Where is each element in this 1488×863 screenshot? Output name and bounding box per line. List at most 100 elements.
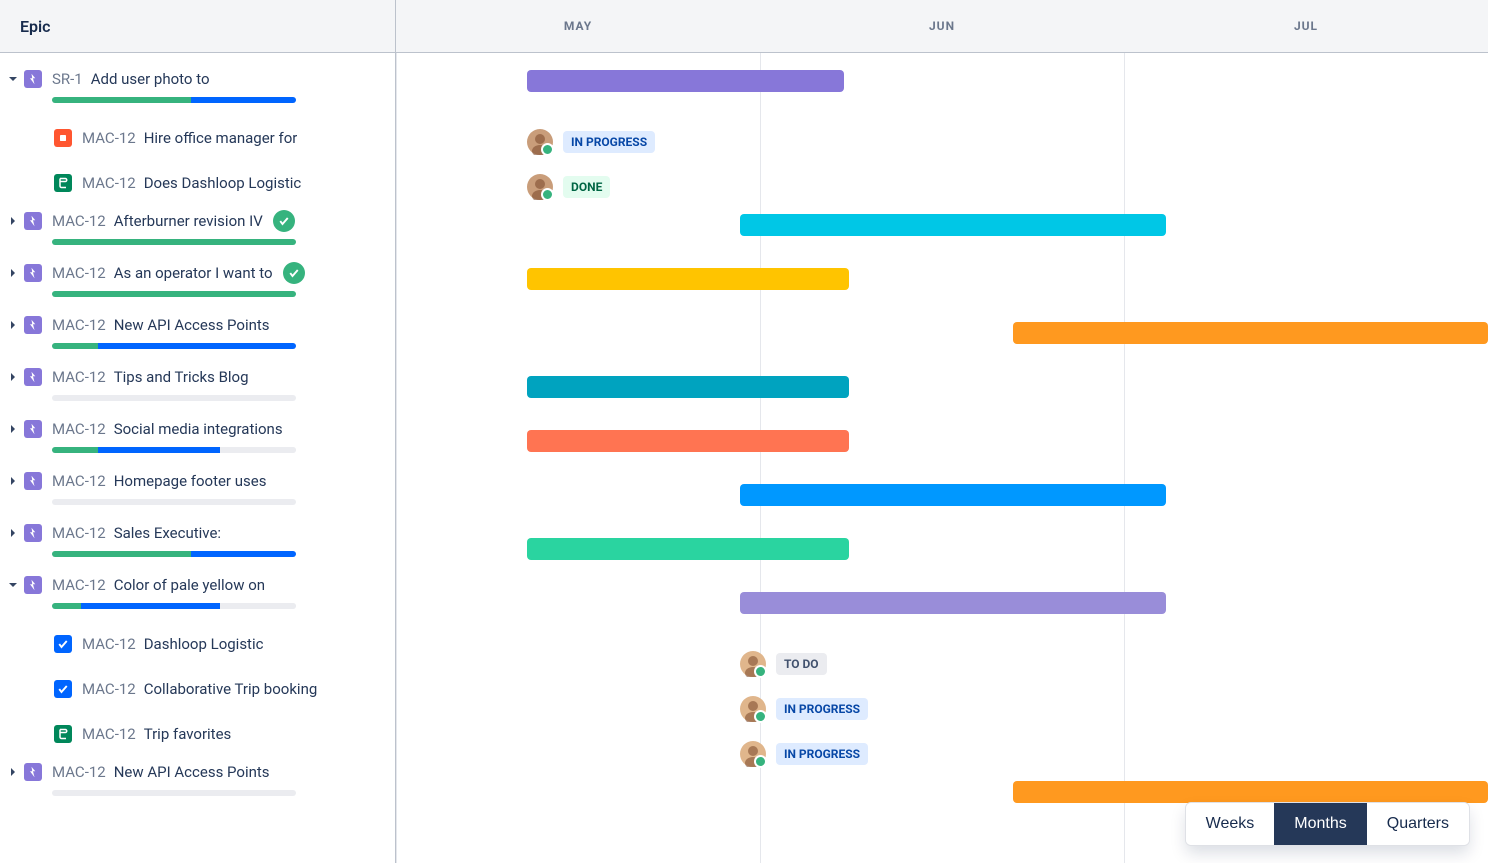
epic-column-header: Epic — [0, 0, 395, 53]
issue-summary[interactable]: As an operator I want to — [114, 264, 273, 282]
chevron-right-icon[interactable] — [4, 528, 22, 538]
issue-key[interactable]: MAC-12 — [52, 420, 106, 438]
blocker-icon — [54, 129, 72, 147]
timeline-body[interactable]: IN PROGRESS DONE TO DO IN PROGRESS IN PROGRE… — [396, 53, 1488, 863]
child-issue-row[interactable]: MAC-12 Dashloop Logistic — [0, 621, 395, 666]
issue-key[interactable]: SR-1 — [52, 70, 83, 88]
issue-summary[interactable]: Hire office manager for — [144, 129, 298, 147]
issue-key[interactable]: MAC-12 — [52, 763, 106, 781]
epic-list-panel: Epic SR-1 Add user photo to MAC-12 Hire off… — [0, 0, 396, 863]
epic-row[interactable]: MAC-12 Sales Executive: — [0, 517, 395, 557]
issue-key[interactable]: MAC-12 — [82, 725, 136, 743]
timeline-header: MAYJUNJUL — [396, 0, 1488, 53]
timeline-bar[interactable] — [740, 484, 1166, 506]
assignee-status: IN PROGRESS — [527, 129, 655, 155]
issue-key[interactable]: MAC-12 — [52, 368, 106, 386]
story-icon — [54, 174, 72, 192]
chevron-down-icon[interactable] — [4, 580, 22, 590]
issue-summary[interactable]: Does Dashloop Logistic — [144, 174, 302, 192]
issue-key[interactable]: MAC-12 — [52, 316, 106, 334]
status-badge[interactable]: IN PROGRESS — [776, 698, 868, 720]
child-issue-row[interactable]: MAC-12 Trip favorites — [0, 711, 395, 756]
assignee-avatar[interactable] — [740, 696, 766, 722]
issue-summary[interactable]: New API Access Points — [114, 316, 270, 334]
child-issue-row[interactable]: MAC-12 Does Dashloop Logistic — [0, 160, 395, 205]
assignee-status: IN PROGRESS — [740, 696, 868, 722]
issue-key[interactable]: MAC-12 — [82, 129, 136, 147]
issue-summary[interactable]: Color of pale yellow on — [114, 576, 265, 594]
epic-list: SR-1 Add user photo to MAC-12 Hire office m… — [0, 53, 395, 863]
issue-summary[interactable]: Add user photo to — [91, 70, 210, 88]
issue-summary[interactable]: Sales Executive: — [114, 524, 221, 542]
epic-row[interactable]: MAC-12 New API Access Points — [0, 309, 395, 349]
status-badge[interactable]: IN PROGRESS — [563, 131, 655, 153]
timeline-bar[interactable] — [527, 268, 849, 290]
assignee-avatar[interactable] — [740, 651, 766, 677]
assignee-avatar[interactable] — [740, 741, 766, 767]
chevron-down-icon[interactable] — [4, 74, 22, 84]
issue-key[interactable]: MAC-12 — [82, 680, 136, 698]
epic-icon — [24, 420, 42, 438]
issue-key[interactable]: MAC-12 — [82, 174, 136, 192]
timeline-bar[interactable] — [1013, 781, 1488, 803]
timeline-bar[interactable] — [527, 538, 849, 560]
issue-key[interactable]: MAC-12 — [52, 524, 106, 542]
timeline-bar[interactable] — [527, 430, 849, 452]
epic-progress — [52, 291, 296, 297]
issue-summary[interactable]: Trip favorites — [144, 725, 232, 743]
chevron-right-icon[interactable] — [4, 216, 22, 226]
issue-key[interactable]: MAC-12 — [52, 264, 106, 282]
chevron-right-icon[interactable] — [4, 476, 22, 486]
done-check-icon — [283, 262, 305, 284]
issue-summary[interactable]: Dashloop Logistic — [144, 635, 264, 653]
chevron-right-icon[interactable] — [4, 372, 22, 382]
chevron-right-icon[interactable] — [4, 767, 22, 777]
chevron-right-icon[interactable] — [4, 268, 22, 278]
epic-progress — [52, 239, 296, 245]
epic-row[interactable]: MAC-12 As an operator I want to — [0, 257, 395, 297]
epic-icon — [24, 763, 42, 781]
issue-summary[interactable]: Afterburner revision IV — [114, 212, 263, 230]
epic-row[interactable]: MAC-12 Social media integrations — [0, 413, 395, 453]
issue-key[interactable]: MAC-12 — [52, 472, 106, 490]
assignee-status: DONE — [527, 174, 610, 200]
epic-row[interactable]: SR-1 Add user photo to — [0, 63, 395, 103]
status-badge[interactable]: TO DO — [776, 653, 827, 675]
chevron-right-icon[interactable] — [4, 320, 22, 330]
issue-key[interactable]: MAC-12 — [82, 635, 136, 653]
timeline-bar[interactable] — [1013, 322, 1488, 344]
child-issue-row[interactable]: MAC-12 Hire office manager for — [0, 115, 395, 160]
assignee-avatar[interactable] — [527, 129, 553, 155]
task-icon — [54, 635, 72, 653]
issue-summary[interactable]: Collaborative Trip booking — [144, 680, 318, 698]
epic-header-label: Epic — [20, 17, 51, 36]
child-issue-row[interactable]: MAC-12 Collaborative Trip booking — [0, 666, 395, 711]
epic-row[interactable]: MAC-12 Homepage footer uses — [0, 465, 395, 505]
status-badge[interactable]: DONE — [563, 176, 610, 198]
timeline-bar[interactable] — [740, 214, 1166, 236]
month-header: MAY — [396, 0, 760, 52]
issue-key[interactable]: MAC-12 — [52, 576, 106, 594]
timeline-bar[interactable] — [527, 376, 849, 398]
epic-icon — [24, 316, 42, 334]
issue-summary[interactable]: Social media integrations — [114, 420, 283, 438]
assignee-avatar[interactable] — [527, 174, 553, 200]
assignee-status: TO DO — [740, 651, 827, 677]
scale-option-weeks[interactable]: Weeks — [1186, 803, 1275, 845]
epic-icon — [24, 212, 42, 230]
timeline-bar[interactable] — [527, 70, 844, 92]
epic-progress — [52, 551, 296, 557]
epic-row[interactable]: MAC-12 Afterburner revision IV — [0, 205, 395, 245]
issue-summary[interactable]: New API Access Points — [114, 763, 270, 781]
issue-summary[interactable]: Homepage footer uses — [114, 472, 267, 490]
epic-row[interactable]: MAC-12 New API Access Points — [0, 756, 395, 796]
chevron-right-icon[interactable] — [4, 424, 22, 434]
epic-row[interactable]: MAC-12 Color of pale yellow on — [0, 569, 395, 609]
epic-row[interactable]: MAC-12 Tips and Tricks Blog — [0, 361, 395, 401]
status-badge[interactable]: IN PROGRESS — [776, 743, 868, 765]
scale-option-months[interactable]: Months — [1274, 803, 1366, 845]
timeline-bar[interactable] — [740, 592, 1166, 614]
issue-key[interactable]: MAC-12 — [52, 212, 106, 230]
scale-option-quarters[interactable]: Quarters — [1367, 803, 1469, 845]
issue-summary[interactable]: Tips and Tricks Blog — [114, 368, 249, 386]
